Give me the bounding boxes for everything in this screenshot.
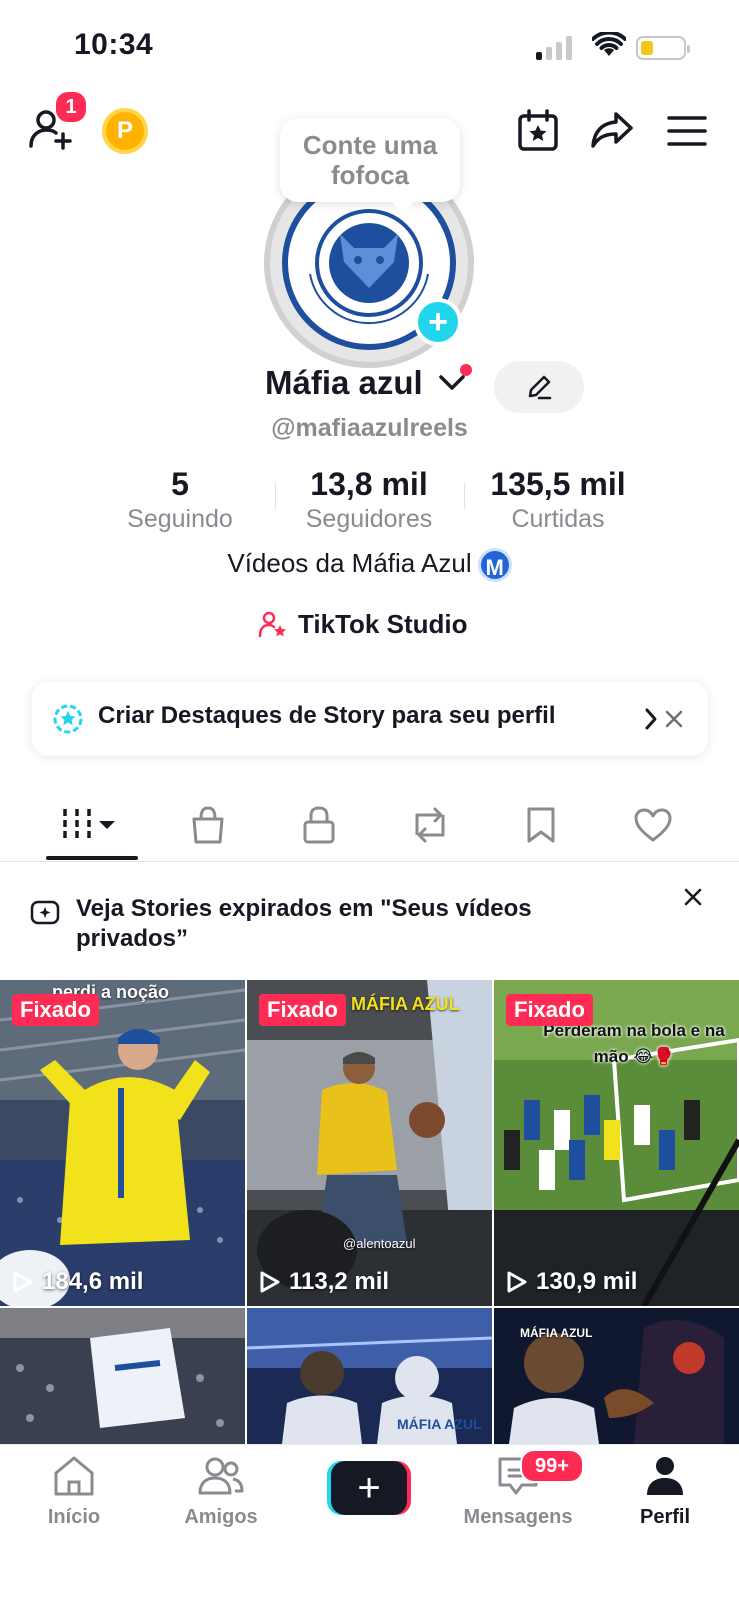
- nav-inbox-label: Mensagens: [463, 1506, 573, 1528]
- share-profile-button[interactable]: [588, 106, 636, 154]
- view-count-text: 184,6 mil: [42, 1268, 144, 1295]
- share-arrow-icon: [591, 112, 633, 148]
- following-count: 5: [171, 466, 189, 502]
- likes-count: 135,5 mil: [490, 466, 626, 502]
- video-caption: MÁFIA AZUL: [520, 1326, 593, 1340]
- bio-text: Vídeos da Máfia Azul: [227, 548, 472, 578]
- calendar-button[interactable]: [514, 106, 562, 154]
- tiktok-studio-link[interactable]: TikTok Studio: [258, 609, 467, 640]
- followers-count: 13,8 mil: [310, 466, 428, 502]
- view-count-text: 113,2 mil: [289, 1268, 390, 1295]
- sparkle-video-icon: [30, 900, 60, 925]
- play-icon: [260, 1271, 280, 1293]
- profile-bio: Vídeos da Máfia Azul M: [0, 548, 739, 583]
- nav-home-label: Início: [47, 1506, 101, 1528]
- pencil-icon: [528, 375, 552, 400]
- heart-icon: [634, 808, 672, 842]
- expired-stories-text: Veja Stories expirados em "Seus vídeos p…: [76, 895, 532, 952]
- bottom-navigation: Início Amigos + Mensagens 99+ Perfil: [0, 1444, 739, 1600]
- story-highlights-card[interactable]: Criar Destaques de Story para seu perfil: [32, 682, 708, 756]
- play-icon: [13, 1271, 33, 1293]
- lock-icon: [303, 806, 335, 844]
- video-grid: perdi a noção Fixado 184,6 mil MÁFIA AZU…: [0, 980, 739, 1444]
- video-thumbnail[interactable]: perdi a noção Fixado 184,6 mil: [0, 980, 245, 1306]
- nav-profile-label: Perfil: [639, 1506, 691, 1528]
- tab-private[interactable]: [264, 790, 374, 860]
- bookmark-icon: [527, 807, 555, 843]
- profile-name[interactable]: Máfia azul: [265, 364, 423, 402]
- tab-shop[interactable]: [153, 790, 263, 860]
- coins-button[interactable]: P: [102, 108, 148, 154]
- view-count: 113,2 mil: [259, 1268, 389, 1296]
- note-bubble[interactable]: Conte uma fofoca: [280, 118, 460, 202]
- video-thumbnail-image: [0, 1308, 245, 1444]
- creator-star-icon: [258, 611, 286, 637]
- wifi-icon: [592, 32, 626, 56]
- view-count: 184,6 mil: [12, 1268, 143, 1296]
- followers-label: Seguidores: [305, 505, 433, 533]
- video-thumbnail-image: [0, 980, 245, 1306]
- create-button[interactable]: +: [327, 1461, 411, 1515]
- close-icon[interactable]: [664, 709, 684, 729]
- highlight-star-icon: [53, 704, 83, 734]
- metro-m-icon: M: [477, 548, 512, 583]
- video-thumbnail[interactable]: MÁFIA AZUL: [247, 1308, 492, 1444]
- menu-button[interactable]: [664, 108, 710, 154]
- tab-videos[interactable]: [37, 790, 147, 860]
- shopping-bag-icon: [192, 806, 224, 844]
- active-tab-indicator: [46, 856, 138, 860]
- following-label: Seguindo: [127, 505, 233, 533]
- battery-icon: [636, 36, 690, 60]
- chevron-right-icon: [645, 708, 657, 730]
- video-caption: MÁFIA AZUL: [397, 1416, 482, 1432]
- notification-dot: [460, 364, 472, 376]
- video-watermark: @alentoazul: [343, 1236, 416, 1251]
- status-time: 10:34: [74, 28, 154, 61]
- followers-stat[interactable]: 13,8 mil Seguidores: [269, 466, 469, 534]
- plus-icon: +: [331, 1461, 407, 1515]
- nav-home[interactable]: Início: [14, 1455, 134, 1529]
- pinned-label: Fixado: [259, 994, 346, 1026]
- tiktok-studio-label: TikTok Studio: [298, 609, 468, 639]
- profile-person-icon: [647, 1457, 683, 1495]
- repost-icon: [415, 807, 445, 843]
- nav-friends-label: Amigos: [184, 1506, 258, 1528]
- edit-profile-button[interactable]: [494, 361, 584, 413]
- pinned-label: Fixado: [506, 994, 593, 1026]
- tab-liked[interactable]: [598, 790, 708, 860]
- close-icon[interactable]: [684, 888, 702, 906]
- tab-reposts[interactable]: [375, 790, 485, 860]
- stat-divider: [464, 482, 465, 510]
- video-thumbnail[interactable]: [0, 1308, 245, 1444]
- view-count: 130,9 mil: [506, 1268, 637, 1296]
- cellular-signal-icon: [536, 34, 572, 60]
- calendar-star-icon: [518, 109, 558, 151]
- video-thumbnail[interactable]: MÁFIA AZUL: [494, 1308, 739, 1444]
- nav-friends[interactable]: Amigos: [161, 1455, 281, 1529]
- video-thumbnail-image: [247, 980, 492, 1306]
- play-icon: [507, 1271, 527, 1293]
- tab-saved[interactable]: [486, 790, 596, 860]
- likes-label: Curtidas: [511, 505, 605, 533]
- inbox-badge: 99+: [520, 1449, 584, 1483]
- profile-handle: @mafiaazulreels: [271, 414, 468, 442]
- video-caption: MÁFIA AZUL: [351, 994, 460, 1014]
- video-thumbnail[interactable]: MÁFIA AZUL @alentoazul Fixado 113,2 mil: [247, 980, 492, 1306]
- pinned-label: Fixado: [12, 994, 99, 1026]
- profile-tabs: [0, 790, 739, 860]
- expired-stories-banner[interactable]: Veja Stories expirados em "Seus vídeos p…: [0, 862, 739, 980]
- video-thumbnail[interactable]: Perderam na bola e na mão 😂🥊 Fixado 130,…: [494, 980, 739, 1306]
- nav-profile[interactable]: Perfil: [605, 1455, 725, 1529]
- add-friends-badge: 1: [54, 90, 88, 124]
- following-stat[interactable]: 5 Seguindo: [80, 466, 280, 534]
- story-highlights-text: Criar Destaques de Story para seu perfil: [98, 702, 556, 729]
- videos-grid-icon: [63, 809, 115, 841]
- add-story-button[interactable]: +: [414, 298, 462, 346]
- likes-stat[interactable]: 135,5 mil Curtidas: [458, 466, 658, 534]
- stat-divider: [275, 482, 276, 510]
- hamburger-menu-icon: [667, 116, 707, 146]
- view-count-text: 130,9 mil: [536, 1268, 638, 1295]
- friends-icon: [198, 1457, 244, 1495]
- home-icon: [54, 1456, 94, 1496]
